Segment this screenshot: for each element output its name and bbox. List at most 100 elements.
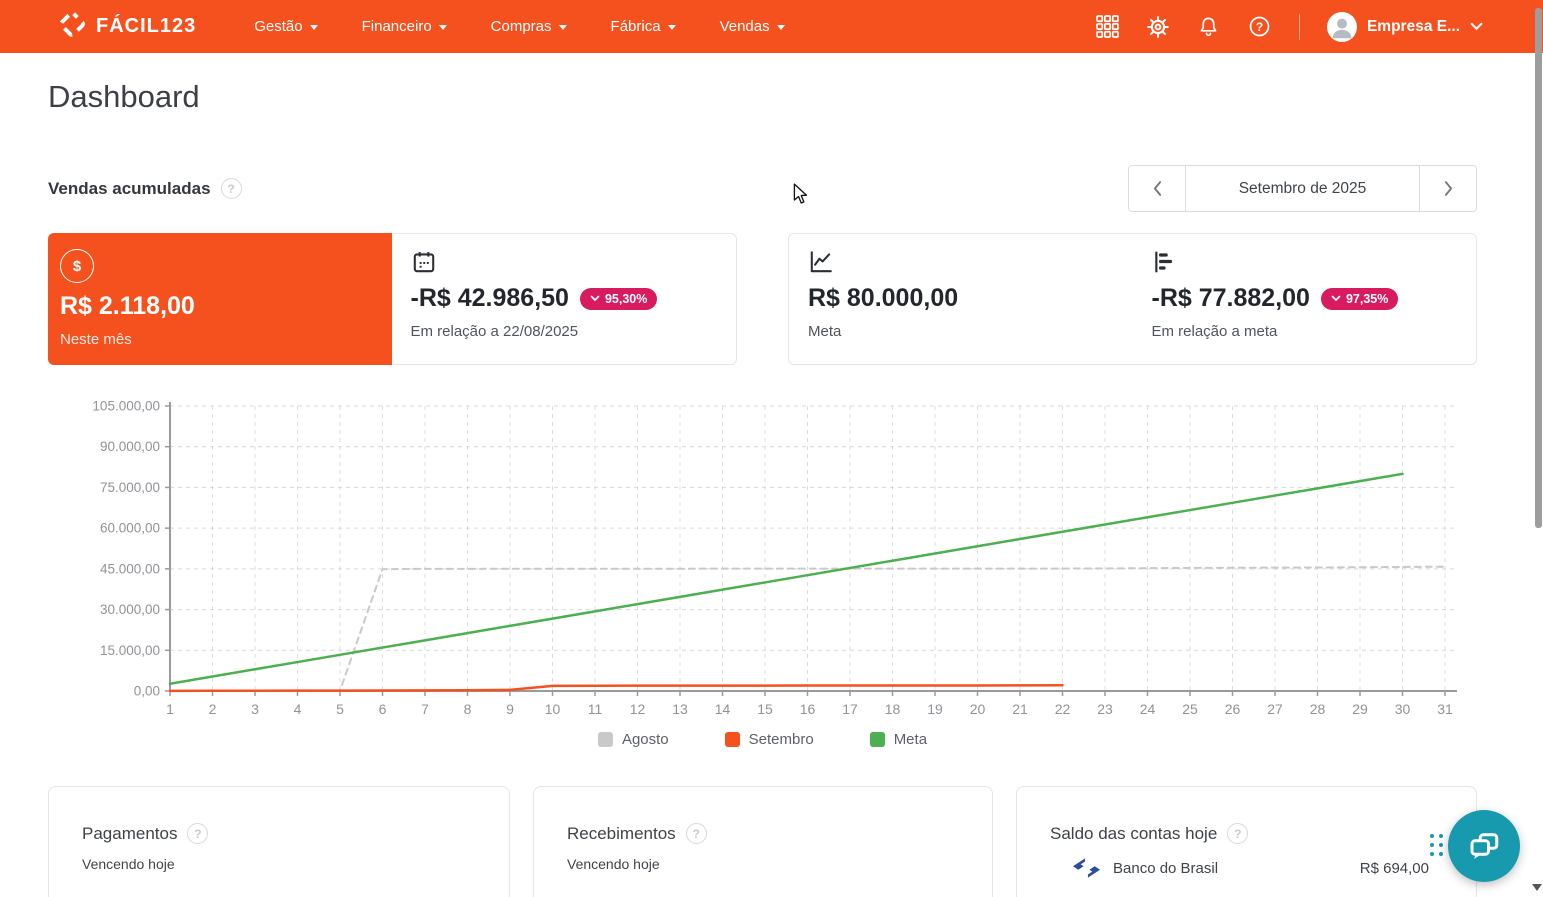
caret-down-icon — [667, 25, 676, 30]
kpi-value: R$ 80.000,00 — [808, 284, 959, 312]
svg-text:15: 15 — [757, 701, 773, 717]
svg-text:25: 25 — [1182, 701, 1198, 717]
svg-text:10: 10 — [545, 701, 561, 717]
drag-handle[interactable] — [1430, 834, 1443, 856]
chevron-left-icon — [1153, 181, 1161, 196]
apps-grid-icon[interactable] — [1096, 15, 1119, 38]
legend-meta[interactable]: Meta — [869, 731, 927, 748]
kpi-value: R$ 2.118,00 — [60, 292, 195, 320]
nav-financeiro[interactable]: Financeiro — [362, 18, 447, 35]
svg-text:23: 23 — [1097, 701, 1113, 717]
chat-bubbles-icon — [1470, 833, 1499, 859]
current-month-label: Setembro de 2025 — [1185, 166, 1420, 211]
svg-text:12: 12 — [630, 701, 646, 717]
svg-text:105.000,00: 105.000,00 — [92, 399, 160, 414]
sales-line-chart: 0,00 15.000,00 30.000,00 45.000,00 60.000,00… — [92, 399, 1457, 717]
kpi-vs-meta: -R$ 77.882,00 97,35% Em relação a meta — [1133, 234, 1477, 364]
banco-do-brasil-logo — [1073, 858, 1100, 878]
main-nav: Gestão Financeiro Compras Fábrica Vendas — [254, 18, 785, 35]
svg-text:24: 24 — [1140, 701, 1156, 717]
legend-setembro[interactable]: Setembro — [724, 731, 814, 748]
svg-text:7: 7 — [421, 701, 429, 717]
svg-text:20: 20 — [970, 701, 986, 717]
month-navigator: Setembro de 2025 — [1128, 165, 1477, 212]
caret-down-icon — [776, 25, 785, 30]
kpi-current-month: $ R$ 2.118,00 Neste mês — [48, 233, 392, 365]
help-icon[interactable]: ? — [685, 823, 707, 844]
kpi-card-meta: R$ 80.000,00 Meta -R$ 77.882,00 97,35% E… — [788, 233, 1477, 365]
legend-swatch — [724, 732, 740, 747]
nav-vendas[interactable]: Vendas — [720, 18, 785, 35]
nav-gestao[interactable]: Gestão — [254, 18, 318, 35]
prev-month-button[interactable] — [1129, 166, 1185, 211]
svg-text:5: 5 — [336, 701, 344, 717]
svg-text:29: 29 — [1352, 701, 1368, 717]
kpi-value: -R$ 77.882,00 — [1151, 284, 1310, 312]
svg-text:22: 22 — [1055, 701, 1071, 717]
nav-fabrica[interactable]: Fábrica — [611, 18, 676, 35]
svg-text:2: 2 — [209, 701, 217, 717]
card-recebimentos: Recebimentos ? Vencendo hoje — [533, 786, 993, 897]
account-name: Empresa E... — [1366, 17, 1460, 35]
dollar-circle-icon: $ — [60, 249, 94, 283]
kpi-label: Neste mês — [60, 331, 132, 348]
chat-button[interactable] — [1448, 810, 1520, 882]
help-icon[interactable]: ? — [1247, 14, 1272, 39]
svg-text:30.000,00: 30.000,00 — [100, 602, 160, 617]
topbar-divider — [1298, 13, 1300, 40]
svg-text:15.000,00: 15.000,00 — [100, 643, 160, 658]
svg-text:26: 26 — [1225, 701, 1241, 717]
card-pagamentos: Pagamentos ? Vencendo hoje — [48, 786, 510, 897]
svg-text:13: 13 — [672, 701, 688, 717]
help-icon[interactable]: ? — [220, 178, 242, 199]
svg-text:75.000,00: 75.000,00 — [100, 480, 160, 495]
svg-text:3: 3 — [251, 701, 259, 717]
line-chart-icon — [808, 249, 1133, 275]
help-icon[interactable]: ? — [187, 823, 209, 844]
caret-down-icon — [1331, 295, 1341, 302]
svg-text:30: 30 — [1395, 701, 1411, 717]
kpi-value: -R$ 42.986,50 — [410, 284, 569, 312]
svg-text:21: 21 — [1012, 701, 1028, 717]
page-title: Dashboard — [48, 79, 200, 114]
svg-text:28: 28 — [1310, 701, 1326, 717]
bank-name: Banco do Brasil — [1113, 859, 1219, 877]
sales-chart: 0,00 15.000,00 30.000,00 45.000,00 60.000,00… — [48, 398, 1477, 748]
brand-name: FÁCIL123 — [96, 15, 197, 37]
help-icon[interactable]: ? — [1227, 823, 1249, 844]
scrollbar-thumb[interactable] — [1535, 8, 1542, 528]
svg-text:?: ? — [1256, 20, 1263, 34]
variation-badge: 95,30% — [579, 287, 658, 310]
svg-text:16: 16 — [800, 701, 816, 717]
horizontal-bars-icon — [1152, 249, 1477, 275]
svg-text:45.000,00: 45.000,00 — [100, 561, 160, 576]
account-menu[interactable]: Empresa E... — [1326, 11, 1483, 42]
bank-balance: R$ 694,00 — [1359, 859, 1429, 877]
card-subtitle: Vencendo hoje — [567, 856, 660, 872]
section-title: Vendas acumuladas — [48, 178, 211, 198]
top-bar: FÁCIL123 Gestão Financeiro Compras Fábri… — [0, 0, 1543, 53]
svg-text:60.000,00: 60.000,00 — [100, 521, 160, 536]
kpi-label: Em relação a 22/08/2025 — [410, 323, 579, 340]
legend-swatch — [597, 732, 613, 747]
kpi-label: Meta — [808, 323, 842, 340]
svg-text:27: 27 — [1267, 701, 1283, 717]
svg-text:19: 19 — [927, 701, 943, 717]
scroll-down-arrow-icon[interactable] — [1532, 884, 1542, 891]
chevron-down-icon — [1470, 22, 1483, 31]
variation-badge: 97,35% — [1320, 287, 1399, 310]
brand-logo[interactable]: FÁCIL123 — [57, 9, 196, 44]
svg-text:1: 1 — [166, 701, 174, 717]
svg-text:14: 14 — [715, 701, 731, 717]
legend-agosto[interactable]: Agosto — [597, 731, 669, 748]
account-balance-row: Banco do Brasil R$ 694,00 — [1050, 858, 1443, 878]
svg-text:8: 8 — [464, 701, 472, 717]
nav-compras[interactable]: Compras — [491, 18, 567, 35]
gear-icon[interactable] — [1146, 15, 1170, 39]
svg-text:18: 18 — [885, 701, 901, 717]
svg-text:6: 6 — [379, 701, 387, 717]
next-month-button[interactable] — [1420, 166, 1476, 211]
caret-down-icon — [309, 25, 318, 30]
bell-icon[interactable] — [1197, 15, 1220, 38]
chevron-right-icon — [1444, 181, 1452, 196]
